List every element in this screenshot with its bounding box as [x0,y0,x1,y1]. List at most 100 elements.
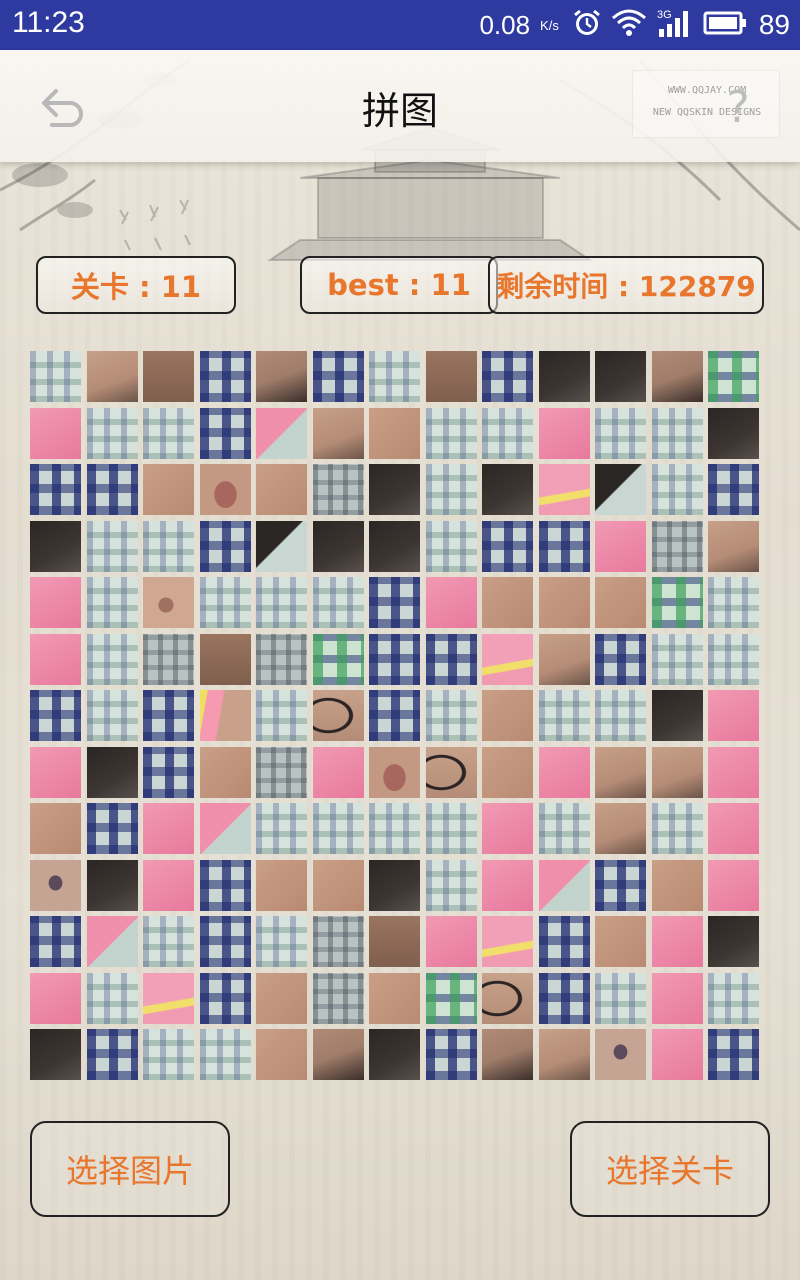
puzzle-tile[interactable] [595,747,646,798]
puzzle-tile[interactable] [652,521,703,572]
puzzle-tile[interactable] [87,747,138,798]
puzzle-tile[interactable] [595,690,646,741]
puzzle-tile[interactable] [200,747,251,798]
puzzle-tile[interactable] [143,351,194,402]
puzzle-tile[interactable] [426,1029,477,1080]
puzzle-tile[interactable] [87,521,138,572]
puzzle-tile[interactable] [143,1029,194,1080]
puzzle-tile[interactable] [369,634,420,685]
puzzle-tile[interactable] [143,690,194,741]
puzzle-tile[interactable] [256,747,307,798]
puzzle-tile[interactable] [369,464,420,515]
puzzle-tile[interactable] [369,690,420,741]
puzzle-tile[interactable] [143,860,194,911]
puzzle-tile[interactable] [87,973,138,1024]
puzzle-tile[interactable] [256,577,307,628]
puzzle-tile[interactable] [256,803,307,854]
puzzle-tile[interactable] [143,634,194,685]
puzzle-tile[interactable] [482,1029,533,1080]
puzzle-tile[interactable] [313,690,364,741]
puzzle-tile[interactable] [200,803,251,854]
puzzle-tile[interactable] [652,916,703,967]
puzzle-tile[interactable] [426,408,477,459]
puzzle-tile[interactable] [200,690,251,741]
puzzle-tile[interactable] [87,408,138,459]
puzzle-tile[interactable] [539,803,590,854]
puzzle-tile[interactable] [595,577,646,628]
puzzle-tile[interactable] [30,690,81,741]
puzzle-tile[interactable] [200,1029,251,1080]
puzzle-tile[interactable] [369,916,420,967]
puzzle-tile[interactable] [539,351,590,402]
puzzle-tile[interactable] [595,634,646,685]
puzzle-tile[interactable] [30,1029,81,1080]
puzzle-tile[interactable] [369,803,420,854]
puzzle-tile[interactable] [595,973,646,1024]
puzzle-tile[interactable] [426,577,477,628]
puzzle-tile[interactable] [652,408,703,459]
puzzle-tile[interactable] [313,408,364,459]
puzzle-tile[interactable] [595,1029,646,1080]
puzzle-tile[interactable] [369,351,420,402]
puzzle-tile[interactable] [143,408,194,459]
puzzle-tile[interactable] [200,351,251,402]
puzzle-tile[interactable] [313,351,364,402]
puzzle-tile[interactable] [143,577,194,628]
puzzle-tile[interactable] [482,351,533,402]
puzzle-tile[interactable] [30,634,81,685]
puzzle-tile[interactable] [708,521,759,572]
puzzle-tile[interactable] [143,803,194,854]
puzzle-tile[interactable] [30,521,81,572]
puzzle-tile[interactable] [313,521,364,572]
puzzle-tile[interactable] [200,577,251,628]
puzzle-tile[interactable] [652,690,703,741]
puzzle-tile[interactable] [369,408,420,459]
puzzle-tile[interactable] [482,690,533,741]
puzzle-tile[interactable] [256,973,307,1024]
puzzle-tile[interactable] [256,1029,307,1080]
puzzle-tile[interactable] [426,973,477,1024]
puzzle-tile[interactable] [369,577,420,628]
puzzle-tile[interactable] [595,860,646,911]
puzzle-tile[interactable] [539,860,590,911]
puzzle-tile[interactable] [313,973,364,1024]
puzzle-tile[interactable] [30,577,81,628]
puzzle-tile[interactable] [708,634,759,685]
puzzle-tile[interactable] [539,464,590,515]
puzzle-tile[interactable] [87,1029,138,1080]
puzzle-tile[interactable] [652,860,703,911]
puzzle-tile[interactable] [143,916,194,967]
puzzle-tile[interactable] [426,690,477,741]
puzzle-tile[interactable] [256,634,307,685]
puzzle-tile[interactable] [143,973,194,1024]
puzzle-tile[interactable] [708,690,759,741]
puzzle-tile[interactable] [369,521,420,572]
puzzle-tile[interactable] [143,521,194,572]
puzzle-tile[interactable] [652,351,703,402]
puzzle-tile[interactable] [30,916,81,967]
puzzle-tile[interactable] [87,634,138,685]
puzzle-tile[interactable] [708,464,759,515]
puzzle-tile[interactable] [426,916,477,967]
puzzle-tile[interactable] [30,860,81,911]
puzzle-tile[interactable] [30,973,81,1024]
puzzle-tile[interactable] [256,408,307,459]
puzzle-tile[interactable] [539,916,590,967]
puzzle-tile[interactable] [708,1029,759,1080]
puzzle-tile[interactable] [539,634,590,685]
help-button[interactable]: ? [712,78,764,136]
puzzle-tile[interactable] [256,916,307,967]
puzzle-tile[interactable] [256,690,307,741]
puzzle-tile[interactable] [369,1029,420,1080]
puzzle-tile[interactable] [313,747,364,798]
puzzle-tile[interactable] [708,973,759,1024]
puzzle-tile[interactable] [87,577,138,628]
puzzle-tile[interactable] [708,351,759,402]
puzzle-tile[interactable] [482,521,533,572]
puzzle-tile[interactable] [482,973,533,1024]
puzzle-tile[interactable] [652,464,703,515]
puzzle-tile[interactable] [200,464,251,515]
puzzle-tile[interactable] [87,464,138,515]
puzzle-tile[interactable] [200,973,251,1024]
puzzle-tile[interactable] [595,464,646,515]
